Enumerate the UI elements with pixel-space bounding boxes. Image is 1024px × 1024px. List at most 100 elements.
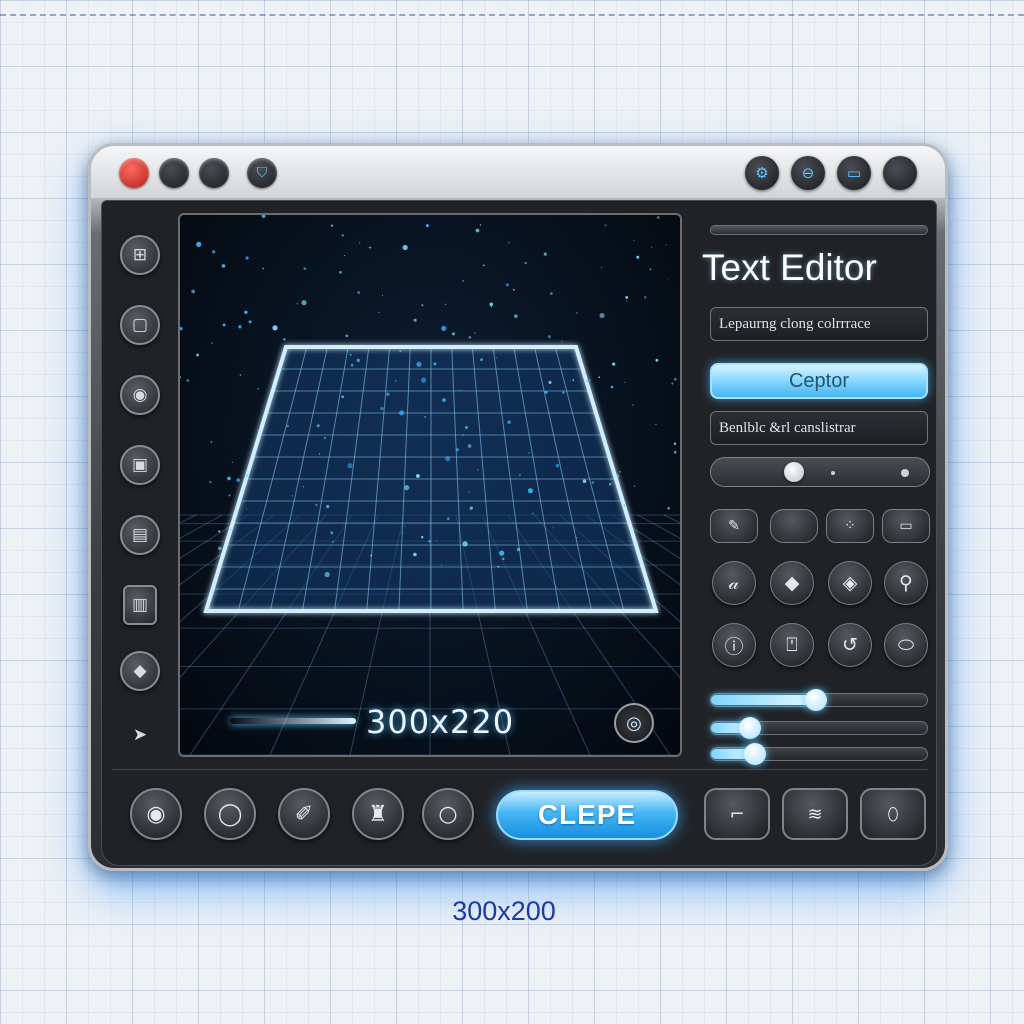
- particle: [210, 441, 213, 443]
- eraser-icon[interactable]: ⬭: [884, 623, 928, 667]
- tool-button-2[interactable]: [770, 509, 818, 543]
- fill-icon[interactable]: ◈: [828, 561, 872, 605]
- bottom-toolbar: ◉ ◯ ✐ ♜ ○ CLEPE ⌐ ≋ ⬯: [112, 769, 928, 859]
- particle: [649, 268, 652, 271]
- particle: [479, 224, 482, 226]
- minimize-button[interactable]: [159, 158, 189, 188]
- particle: [572, 379, 575, 382]
- photo-icon[interactable]: ▤: [120, 515, 160, 555]
- canvas-area[interactable]: 300x220 ◎: [178, 213, 682, 757]
- arrow-icon[interactable]: ➤: [120, 715, 160, 755]
- glow-slider-3[interactable]: [710, 743, 928, 765]
- glow-slider-1[interactable]: [710, 689, 928, 711]
- magnify-icon[interactable]: ⚲: [884, 561, 928, 605]
- frame-icon[interactable]: ⊞: [120, 235, 160, 275]
- particle: [665, 244, 667, 246]
- particle: [380, 406, 384, 411]
- particle: [359, 242, 361, 244]
- particle: [326, 504, 330, 509]
- tool-button-3[interactable]: ⁘: [826, 509, 874, 543]
- properties-panel: Text Editor Lepaurng clong colrrrace Cep…: [698, 213, 930, 765]
- particle: [239, 374, 242, 376]
- particle: [451, 332, 456, 336]
- particle: [552, 527, 554, 529]
- slider-end-dot: [901, 469, 909, 477]
- particle: [576, 312, 578, 314]
- particle: [490, 305, 492, 308]
- eye-icon[interactable]: ◉: [130, 788, 182, 840]
- main-slider[interactable]: [710, 457, 930, 487]
- brush-tool-icon[interactable]: ✐: [278, 788, 330, 840]
- glow-slider-2-knob[interactable]: [739, 717, 761, 739]
- accent-button[interactable]: Ceptor: [710, 363, 928, 399]
- particle: [656, 216, 660, 219]
- image-icon[interactable]: ▣: [120, 445, 160, 485]
- particle: [286, 424, 289, 428]
- glow-slider-3-knob[interactable]: [744, 743, 766, 765]
- shirt-icon[interactable]: ♜: [352, 788, 404, 840]
- brush-icon[interactable]: 𝒶: [712, 561, 756, 605]
- text-tool-icon[interactable]: ⓘ: [712, 623, 756, 667]
- main-slider-knob[interactable]: [784, 462, 804, 482]
- particle: [507, 420, 511, 424]
- particle: [555, 463, 560, 468]
- ring-icon[interactable]: ◯: [204, 788, 256, 840]
- particle: [550, 292, 553, 295]
- panel-title: Text Editor: [702, 247, 877, 288]
- particle: [345, 334, 349, 338]
- circle-outline-icon[interactable]: ○: [422, 788, 474, 840]
- text-field-top[interactable]: Lepaurng clong colrrrace: [710, 307, 928, 341]
- particle: [421, 536, 424, 539]
- particle: [211, 250, 216, 254]
- particle: [514, 314, 518, 318]
- particle: [518, 474, 521, 477]
- particle: [673, 442, 677, 445]
- pen-icon[interactable]: ◆: [770, 561, 814, 605]
- window-icon[interactable]: ▭: [837, 156, 871, 190]
- particle: [576, 537, 578, 539]
- circle-tool-icon[interactable]: ◉: [120, 375, 160, 415]
- bar-icon[interactable]: ▥: [123, 585, 157, 625]
- particle: [547, 335, 551, 339]
- settings-icon[interactable]: ⚙: [745, 156, 779, 190]
- particle: [378, 312, 380, 313]
- particle: [650, 246, 653, 248]
- particle: [386, 392, 390, 396]
- glow-slider-2[interactable]: [710, 717, 928, 739]
- particle: [468, 336, 472, 339]
- particle: [477, 469, 479, 471]
- particle: [462, 541, 468, 547]
- particle: [467, 444, 472, 448]
- eraser-tool-icon[interactable]: ⬯: [860, 788, 926, 840]
- primary-action-button[interactable]: CLEPE: [496, 790, 678, 840]
- particle: [673, 450, 677, 454]
- app-shield-icon[interactable]: ⛉: [247, 158, 277, 188]
- shape-icon[interactable]: ◆: [120, 651, 160, 691]
- scribble-icon[interactable]: ≋: [782, 788, 848, 840]
- particle: [302, 486, 305, 488]
- particle: [257, 387, 260, 390]
- tool-button-4[interactable]: ▭: [882, 509, 930, 543]
- particle: [227, 476, 231, 481]
- particle: [324, 571, 330, 578]
- close-button[interactable]: [119, 158, 149, 188]
- readout-glow-bar: [230, 718, 356, 724]
- canvas-target-icon[interactable]: ◎: [614, 703, 654, 743]
- particle: [632, 404, 634, 406]
- cut-icon[interactable]: ⌐: [704, 788, 770, 840]
- tool-button-1[interactable]: ✎: [710, 509, 758, 543]
- particle: [296, 302, 299, 305]
- particle: [330, 224, 334, 227]
- toggle-icon[interactable]: ⊖: [791, 156, 825, 190]
- square-tool-icon[interactable]: ▢: [120, 305, 160, 345]
- particle: [180, 327, 183, 331]
- bucket-icon[interactable]: ⍞: [770, 623, 814, 667]
- glow-slider-1-knob[interactable]: [805, 689, 827, 711]
- maximize-button[interactable]: [199, 158, 229, 188]
- particle: [544, 390, 548, 394]
- text-field-bottom[interactable]: Benlblc &rl canslistrar: [710, 411, 928, 445]
- circle-icon[interactable]: [883, 156, 917, 190]
- cycle-icon[interactable]: ↺: [828, 623, 872, 667]
- particle: [497, 565, 500, 568]
- particle: [315, 503, 318, 507]
